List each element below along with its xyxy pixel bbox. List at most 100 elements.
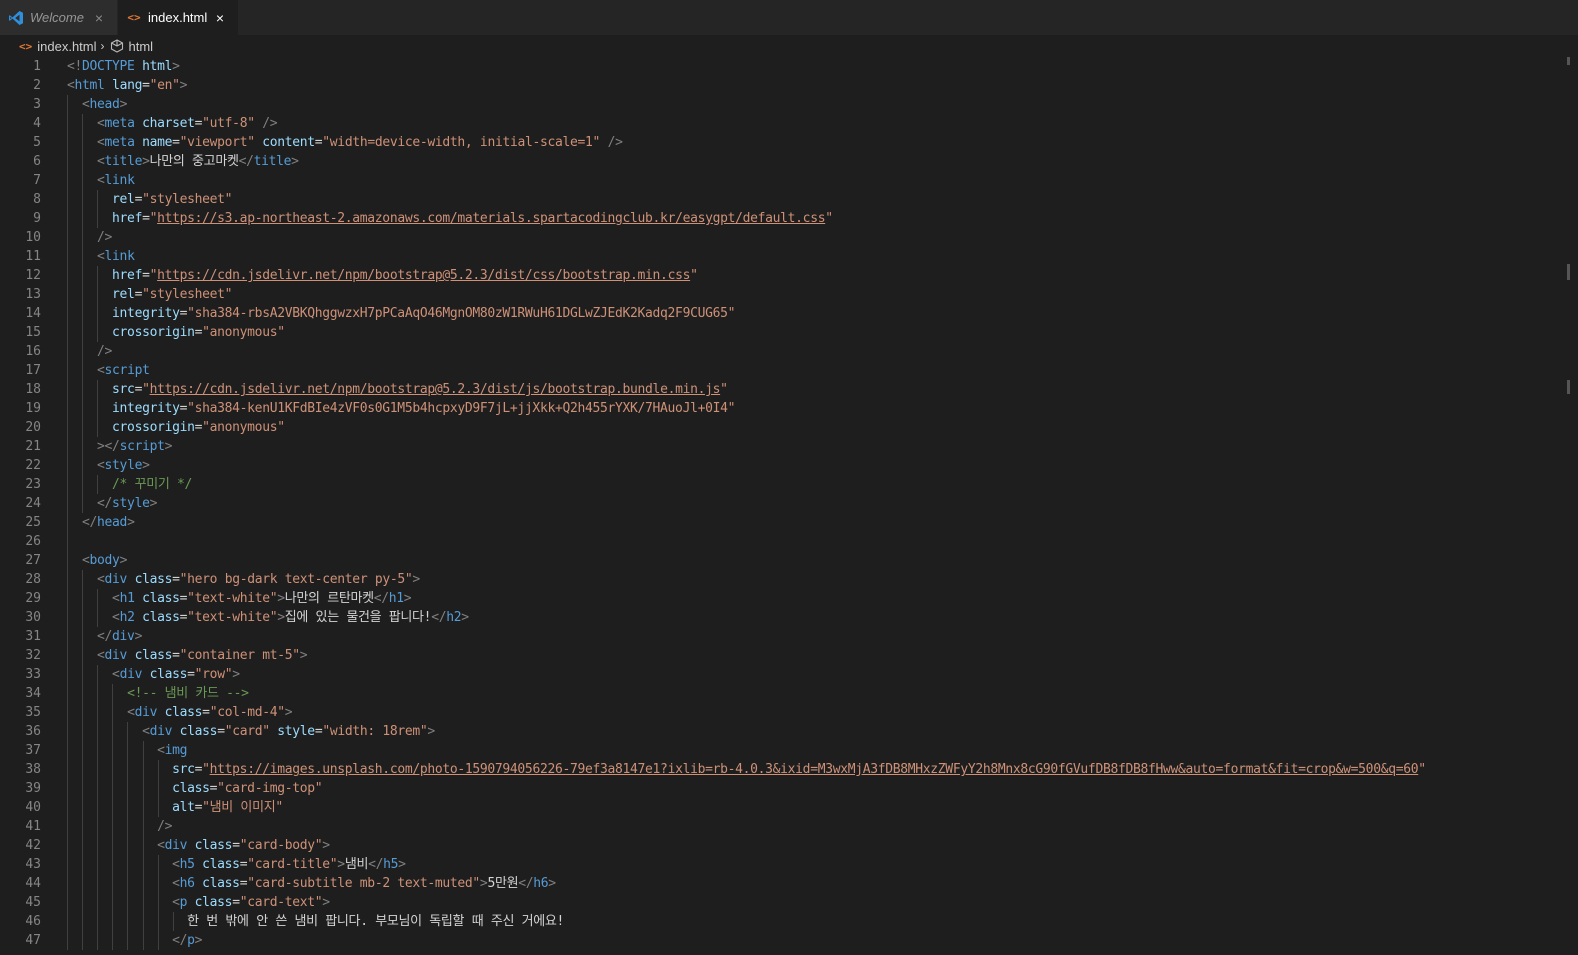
- code-line[interactable]: 47 </p>: [0, 931, 1578, 950]
- code-line[interactable]: 39 class="card-img-top": [0, 779, 1578, 798]
- code-line[interactable]: 2 <html lang="en">: [0, 76, 1578, 95]
- code-token: "hero bg-dark text-center py-5": [179, 572, 413, 587]
- code-token: html: [142, 59, 173, 74]
- code-line[interactable]: 37 <img: [0, 741, 1578, 760]
- code-line[interactable]: 41 />: [0, 817, 1578, 836]
- code-token: div: [134, 705, 158, 720]
- code-line[interactable]: 27 <body>: [0, 551, 1578, 570]
- tab-index-html[interactable]: <> index.html ×: [118, 0, 238, 35]
- breadcrumb-symbol[interactable]: html: [129, 39, 154, 54]
- code-token: <: [112, 610, 120, 625]
- code-line[interactable]: 38 src="https://images.unsplash.com/phot…: [0, 760, 1578, 779]
- code-line[interactable]: 4 <meta charset="utf-8" />: [0, 114, 1578, 133]
- code-token: "card-subtitle mb-2 text-muted": [247, 876, 480, 891]
- code-token: </: [97, 629, 113, 644]
- code-line[interactable]: 26: [0, 532, 1578, 551]
- code-text: <img: [67, 741, 187, 760]
- code-token: title: [104, 154, 143, 169]
- code-token: =: [194, 800, 203, 815]
- code-line[interactable]: 46 한 번 밖에 안 쓴 냄비 팝니다. 부모님이 독립할 때 주신 거에요!: [0, 912, 1578, 931]
- code-text: href="https://s3.ap-northeast-2.amazonaw…: [67, 209, 833, 228]
- breadcrumb-file[interactable]: index.html: [37, 39, 96, 54]
- code-line[interactable]: 36 <div class="card" style="width: 18rem…: [0, 722, 1578, 741]
- line-number: 13: [25, 287, 41, 302]
- code-line[interactable]: 42 <div class="card-body">: [0, 836, 1578, 855]
- code-line[interactable]: 43 <h5 class="card-title">냄비</h5>: [0, 855, 1578, 874]
- code-token: charset: [142, 116, 195, 131]
- code-editor[interactable]: 1 <!DOCTYPE html> 2 <html lang="en"> 3 <head…: [0, 57, 1578, 955]
- code-line[interactable]: 5 <meta name="viewport" content="width=d…: [0, 133, 1578, 152]
- code-token: p: [187, 933, 195, 948]
- code-token: </: [368, 857, 384, 872]
- code-token: <: [127, 705, 135, 720]
- code-line[interactable]: 24 </style>: [0, 494, 1578, 513]
- code-token: link: [104, 249, 135, 264]
- code-token: <: [67, 78, 75, 93]
- overview-ruler-mark: [1567, 380, 1570, 394]
- code-line[interactable]: 6 <title>나만의 중고마켓</title>: [0, 152, 1578, 171]
- code-token: =: [134, 192, 143, 207]
- code-line[interactable]: 14 integrity="sha384-rbsA2VBKQhggwzxH7pP…: [0, 304, 1578, 323]
- code-line[interactable]: 21 ></script>: [0, 437, 1578, 456]
- code-token: <: [172, 895, 180, 910]
- code-line[interactable]: 34 <!-- 냄비 카드 -->: [0, 684, 1578, 703]
- code-line[interactable]: 15 crossorigin="anonymous": [0, 323, 1578, 342]
- code-token: =: [179, 401, 188, 416]
- code-line[interactable]: 7 <link: [0, 171, 1578, 190]
- code-line[interactable]: 33 <div class="row">: [0, 665, 1578, 684]
- code-text: </style>: [67, 494, 157, 513]
- code-line[interactable]: 8 rel="stylesheet": [0, 190, 1578, 209]
- code-token: lang: [112, 78, 143, 93]
- code-line[interactable]: 28 <div class="hero bg-dark text-center …: [0, 570, 1578, 589]
- code-text: <!-- 냄비 카드 -->: [67, 684, 249, 703]
- code-line[interactable]: 11 <link: [0, 247, 1578, 266]
- code-line[interactable]: 30 <h2 class="text-white">집에 있는 물건을 팝니다!…: [0, 608, 1578, 627]
- code-line[interactable]: 25 </head>: [0, 513, 1578, 532]
- code-line[interactable]: 44 <h6 class="card-subtitle mb-2 text-mu…: [0, 874, 1578, 893]
- line-number: 4: [33, 116, 41, 131]
- code-text: <div class="hero bg-dark text-center py-…: [67, 570, 420, 589]
- code-line[interactable]: 9 href="https://s3.ap-northeast-2.amazon…: [0, 209, 1578, 228]
- code-line[interactable]: 20 crossorigin="anonymous": [0, 418, 1578, 437]
- code-line[interactable]: 12 href="https://cdn.jsdelivr.net/npm/bo…: [0, 266, 1578, 285]
- code-line[interactable]: 16 />: [0, 342, 1578, 361]
- line-number: 40: [25, 800, 41, 815]
- code-line[interactable]: 29 <h1 class="text-white">나만의 르탄마켓</h1>: [0, 589, 1578, 608]
- code-token: "card-body": [239, 838, 323, 853]
- code-line[interactable]: 35 <div class="col-md-4">: [0, 703, 1578, 722]
- code-line[interactable]: 3 <head>: [0, 95, 1578, 114]
- close-icon[interactable]: ×: [91, 10, 107, 26]
- code-line[interactable]: 13 rel="stylesheet": [0, 285, 1578, 304]
- code-text: />: [67, 228, 112, 247]
- code-line[interactable]: 17 <script: [0, 361, 1578, 380]
- code-token: body: [89, 553, 120, 568]
- code-token: />: [262, 116, 278, 131]
- code-token: <: [157, 743, 165, 758]
- vscode-logo-icon: [8, 10, 24, 26]
- tab-welcome[interactable]: Welcome ×: [0, 0, 118, 35]
- line-number: 29: [25, 591, 41, 606]
- code-line[interactable]: 32 <div class="container mt-5">: [0, 646, 1578, 665]
- line-number: 7: [33, 173, 41, 188]
- code-line[interactable]: 18 src="https://cdn.jsdelivr.net/npm/boo…: [0, 380, 1578, 399]
- line-number: 34: [25, 686, 41, 701]
- code-line[interactable]: 10 />: [0, 228, 1578, 247]
- code-line[interactable]: 23 /* 꾸미기 */: [0, 475, 1578, 494]
- close-icon[interactable]: ×: [212, 10, 228, 26]
- code-token: "anonymous": [202, 420, 285, 435]
- code-line[interactable]: 31 </div>: [0, 627, 1578, 646]
- code-token: <!: [67, 59, 83, 74]
- code-line[interactable]: 1 <!DOCTYPE html>: [0, 57, 1578, 76]
- code-line[interactable]: 40 alt="냄비 이미지": [0, 798, 1578, 817]
- code-token: =: [194, 762, 203, 777]
- code-token: >: [461, 610, 469, 625]
- code-line[interactable]: 22 <style>: [0, 456, 1578, 475]
- code-line[interactable]: 45 <p class="card-text">: [0, 893, 1578, 912]
- code-line[interactable]: 19 integrity="sha384-kenU1KFdBIe4zVF0s0G…: [0, 399, 1578, 418]
